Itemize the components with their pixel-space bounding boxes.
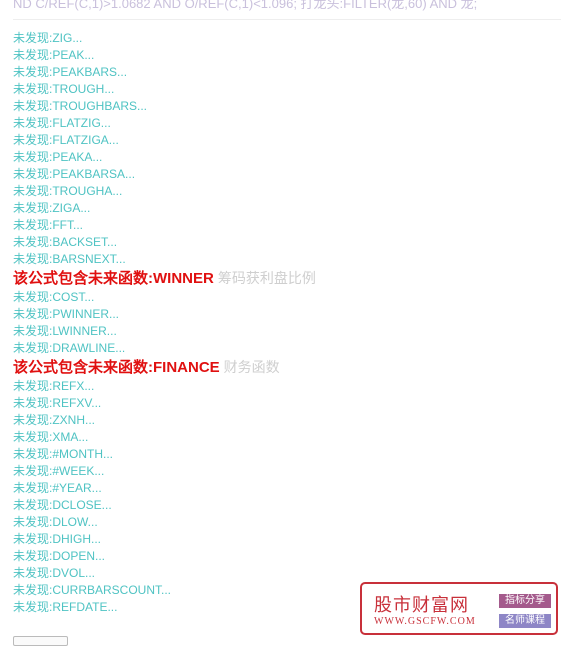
not-found-text: 未发现:PEAKBARS... — [13, 65, 128, 79]
not-found-item: 未发现:REFX... — [13, 378, 553, 395]
not-found-item: 未发现:#MONTH... — [13, 446, 553, 463]
not-found-item: 未发现:DLOW... — [13, 514, 553, 531]
not-found-text: 未发现:#WEEK... — [13, 464, 105, 478]
not-found-item: 未发现:LWINNER... — [13, 323, 553, 340]
not-found-text: 未发现:#YEAR... — [13, 481, 102, 495]
not-found-text: 未发现:DCLOSE... — [13, 498, 112, 512]
not-found-item: 未发现:DVOL... — [13, 565, 553, 582]
watermark-url: WWW.GSCFW.COM — [374, 616, 476, 627]
not-found-item: 未发现:DCLOSE... — [13, 497, 553, 514]
warning-description: 财务函数 — [223, 359, 280, 375]
site-watermark-logo: 股市财富网 WWW.GSCFW.COM 指标分享 名师课程 — [360, 582, 558, 635]
not-found-text: 未发现:ZXNH... — [13, 413, 96, 427]
not-found-item: 未发现:BARSNEXT... — [13, 251, 553, 268]
not-found-item: 未发现:PEAK... — [13, 47, 553, 64]
not-found-text: 未发现:COST... — [13, 290, 95, 304]
not-found-text: 未发现:TROUGH... — [13, 82, 115, 96]
not-found-text: 未发现:TROUGHA... — [13, 184, 123, 198]
not-found-text: 未发现:ZIG... — [13, 31, 83, 45]
not-found-text: 未发现:REFDATE... — [13, 600, 118, 614]
not-found-item: 未发现:#WEEK... — [13, 463, 553, 480]
not-found-text: 未发现:DLOW... — [13, 515, 98, 529]
not-found-item: 未发现:TROUGHBARS... — [13, 98, 553, 115]
not-found-item: 未发现:#YEAR... — [13, 480, 553, 497]
not-found-text: 未发现:DRAWLINE... — [13, 341, 126, 355]
not-found-item: 未发现:PEAKA... — [13, 149, 553, 166]
not-found-item: 未发现:DRAWLINE... — [13, 340, 553, 357]
not-found-text: 未发现:PWINNER... — [13, 307, 120, 321]
bottom-button[interactable] — [13, 636, 68, 646]
not-found-item: 未发现:BACKSET... — [13, 234, 553, 251]
not-found-item: 未发现:DHIGH... — [13, 531, 553, 548]
warning-text: 该公式包含未来函数:WINNER — [13, 270, 214, 287]
warning-text: 该公式包含未来函数:FINANCE — [13, 359, 220, 376]
not-found-text: 未发现:REFXV... — [13, 396, 102, 410]
not-found-item: 未发现:FLATZIGA... — [13, 132, 553, 149]
not-found-text: 未发现:PEAKBARSA... — [13, 167, 136, 181]
not-found-text: 未发现:ZIGA... — [13, 201, 91, 215]
not-found-text: 未发现:CURRBARSCOUNT... — [13, 583, 172, 597]
function-check-results: 未发现:ZIG... 未发现:PEAK... 未发现:PEAKBARS... 未发现:… — [13, 30, 553, 616]
not-found-item: 未发现:ZIG... — [13, 30, 553, 47]
not-found-text: 未发现:PEAKA... — [13, 150, 103, 164]
header-divider — [13, 19, 561, 20]
not-found-text: 未发现:XMA... — [13, 430, 89, 444]
not-found-item: 未发现:XMA... — [13, 429, 553, 446]
not-found-item: 未发现:PEAKBARSA... — [13, 166, 553, 183]
future-function-warning: 该公式包含未来函数:WINNER 筹码获利盘比例 — [13, 268, 553, 289]
not-found-item: 未发现:DOPEN... — [13, 548, 553, 565]
not-found-text: 未发现:DHIGH... — [13, 532, 102, 546]
formula-header-text: ND C/REF(C,1)>1.0682 AND O/REF(C,1)<1.09… — [13, 0, 478, 11]
future-function-warning: 该公式包含未来函数:FINANCE 财务函数 — [13, 357, 553, 378]
not-found-item: 未发现:FLATZIG... — [13, 115, 553, 132]
not-found-item: 未发现:FFT... — [13, 217, 553, 234]
watermark-tag-course: 名师课程 — [499, 614, 551, 628]
not-found-text: 未发现:LWINNER... — [13, 324, 117, 338]
not-found-text: 未发现:PEAK... — [13, 48, 95, 62]
not-found-text: 未发现:FLATZIGA... — [13, 133, 119, 147]
not-found-text: 未发现:#MONTH... — [13, 447, 114, 461]
not-found-text: 未发现:TROUGHBARS... — [13, 99, 148, 113]
not-found-item: 未发现:ZIGA... — [13, 200, 553, 217]
watermark-site-name: 股市财富网 — [374, 595, 469, 616]
warning-description: 筹码获利盘比例 — [217, 270, 316, 286]
not-found-text: 未发现:BACKSET... — [13, 235, 118, 249]
not-found-item: 未发现:COST... — [13, 289, 553, 306]
not-found-item: 未发现:TROUGH... — [13, 81, 553, 98]
not-found-text: 未发现:DVOL... — [13, 566, 96, 580]
not-found-item: 未发现:REFXV... — [13, 395, 553, 412]
not-found-item: 未发现:TROUGHA... — [13, 183, 553, 200]
watermark-tag-share: 指标分享 — [499, 594, 551, 608]
not-found-text: 未发现:DOPEN... — [13, 549, 106, 563]
not-found-text: 未发现:BARSNEXT... — [13, 252, 126, 266]
not-found-text: 未发现:REFX... — [13, 379, 95, 393]
not-found-item: 未发现:PEAKBARS... — [13, 64, 553, 81]
not-found-text: 未发现:FFT... — [13, 218, 83, 232]
not-found-item: 未发现:PWINNER... — [13, 306, 553, 323]
not-found-text: 未发现:FLATZIG... — [13, 116, 111, 130]
not-found-item: 未发现:ZXNH... — [13, 412, 553, 429]
